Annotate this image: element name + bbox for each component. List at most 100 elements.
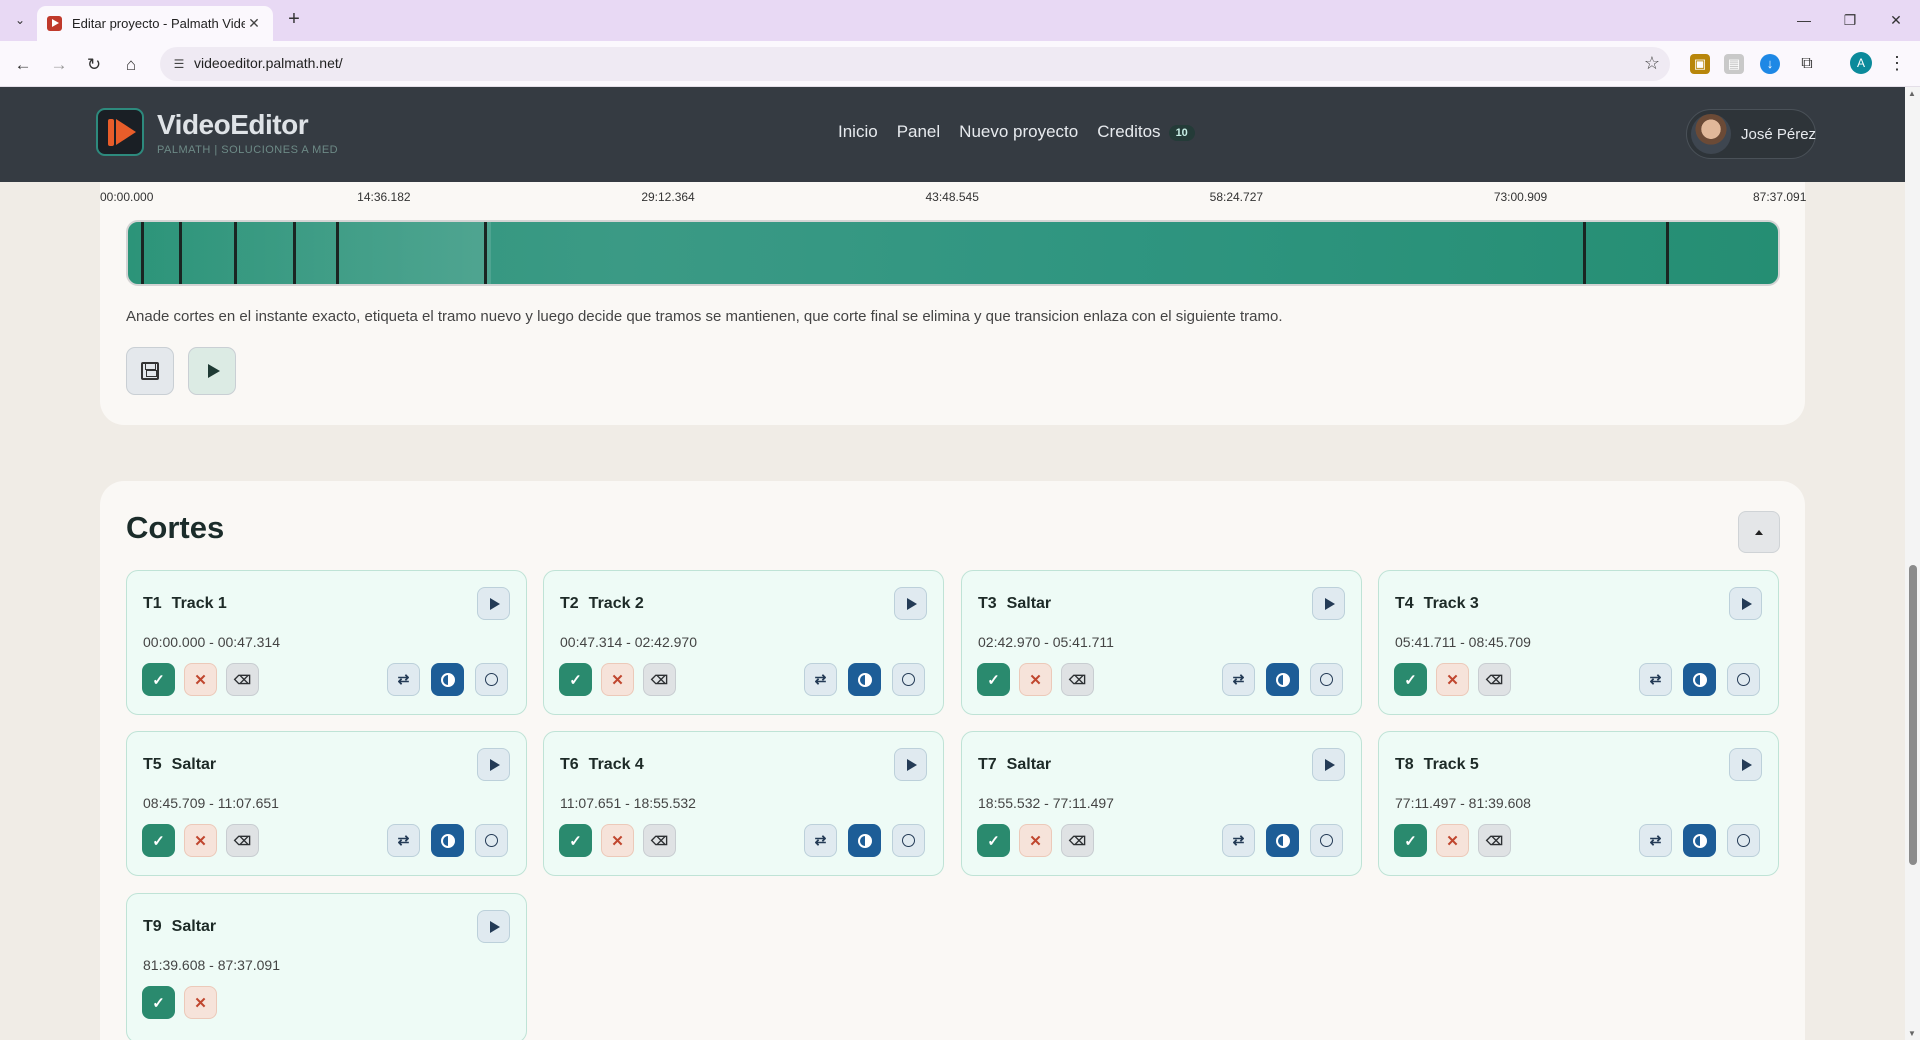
delete-cut-button[interactable]: ⌫ — [643, 663, 676, 696]
transition-fade-button[interactable] — [1683, 824, 1716, 857]
site-info-icon[interactable]: ☰ — [170, 55, 188, 73]
window-close-icon[interactable]: ✕ — [1882, 8, 1910, 32]
keep-segment-button[interactable]: ✓ — [142, 986, 175, 1019]
save-button[interactable] — [126, 347, 174, 395]
keep-segment-button[interactable]: ✓ — [559, 824, 592, 857]
transition-none-button[interactable] — [1727, 663, 1760, 696]
app-logo-icon[interactable] — [96, 108, 144, 156]
timeline-cut-marker[interactable] — [293, 222, 296, 284]
transition-none-button[interactable] — [475, 824, 508, 857]
keep-segment-button[interactable]: ✓ — [977, 824, 1010, 857]
browser-tab-active[interactable]: Editar proyecto - Palmath Video ✕ — [37, 6, 273, 41]
extension-1-icon[interactable]: ▣ — [1690, 54, 1710, 74]
segment-play-button[interactable] — [477, 748, 510, 781]
transition-swap-button[interactable]: ⇄ — [1222, 824, 1255, 857]
segment-play-button[interactable] — [1312, 748, 1345, 781]
keep-segment-button[interactable]: ✓ — [142, 663, 175, 696]
transition-none-button[interactable] — [892, 663, 925, 696]
transition-fade-button[interactable] — [848, 824, 881, 857]
skip-segment-button[interactable]: ✕ — [1436, 824, 1469, 857]
transition-swap-button[interactable]: ⇄ — [804, 824, 837, 857]
extensions-puzzle-icon[interactable]: ⧉ — [1797, 54, 1817, 74]
delete-cut-button[interactable]: ⌫ — [226, 824, 259, 857]
scroll-up-arrow-icon[interactable]: ▲ — [1908, 89, 1916, 98]
segment-play-button[interactable] — [894, 587, 927, 620]
segment-play-button[interactable] — [1729, 587, 1762, 620]
delete-cut-button[interactable]: ⌫ — [1061, 824, 1094, 857]
page-scrollbar[interactable]: ▲ ▼ — [1905, 87, 1920, 1040]
minimize-icon[interactable]: — — [1790, 8, 1818, 32]
delete-cut-button[interactable]: ⌫ — [226, 663, 259, 696]
transition-fade-button[interactable] — [431, 663, 464, 696]
transition-fade-button[interactable] — [1683, 663, 1716, 696]
timeline-cut-marker[interactable] — [1583, 222, 1587, 284]
keep-segment-button[interactable]: ✓ — [1394, 663, 1427, 696]
brand-title[interactable]: VideoEditor — [157, 109, 309, 141]
nav-panel[interactable]: Panel — [897, 122, 940, 142]
new-tab-button[interactable]: + — [282, 8, 306, 32]
skip-segment-button[interactable]: ✕ — [184, 663, 217, 696]
timeline-cut-marker[interactable] — [233, 222, 237, 284]
nav-creditos[interactable]: Creditos 10 — [1097, 122, 1195, 142]
play-preview-button[interactable] — [188, 347, 236, 395]
scrollbar-thumb[interactable] — [1909, 565, 1917, 865]
transition-swap-button[interactable]: ⇄ — [804, 663, 837, 696]
user-menu[interactable]: José Pérez — [1686, 109, 1816, 159]
delete-cut-button[interactable]: ⌫ — [1478, 824, 1511, 857]
segment-play-button[interactable] — [477, 587, 510, 620]
skip-segment-button[interactable]: ✕ — [1436, 663, 1469, 696]
transition-swap-button[interactable]: ⇄ — [1222, 663, 1255, 696]
transition-swap-button[interactable]: ⇄ — [1639, 663, 1672, 696]
transition-swap-button[interactable]: ⇄ — [1639, 824, 1672, 857]
timeline-cut-marker[interactable] — [179, 222, 183, 284]
keep-segment-button[interactable]: ✓ — [977, 663, 1010, 696]
tab-search-icon[interactable]: ⌄ — [8, 8, 32, 32]
transition-fade-button[interactable] — [848, 663, 881, 696]
keep-segment-button[interactable]: ✓ — [559, 663, 592, 696]
browser-profile-avatar[interactable]: A — [1850, 52, 1872, 74]
browser-menu-icon[interactable]: ⋮ — [1888, 52, 1906, 74]
transition-fade-button[interactable] — [1266, 824, 1299, 857]
transition-fade-button[interactable] — [1266, 663, 1299, 696]
timeline-cut-marker[interactable] — [1665, 222, 1669, 284]
extension-2-icon[interactable]: ▤ — [1724, 54, 1744, 74]
transition-none-button[interactable] — [1727, 824, 1760, 857]
timeline-cut-marker[interactable] — [484, 222, 488, 284]
collapse-button[interactable] — [1738, 511, 1780, 553]
keep-segment-button[interactable]: ✓ — [1394, 824, 1427, 857]
transition-none-button[interactable] — [1310, 663, 1343, 696]
segment-play-button[interactable] — [894, 748, 927, 781]
segment-play-button[interactable] — [1729, 748, 1762, 781]
skip-segment-button[interactable]: ✕ — [1019, 824, 1052, 857]
transition-fade-button[interactable] — [431, 824, 464, 857]
segment-play-button[interactable] — [1312, 587, 1345, 620]
scroll-down-arrow-icon[interactable]: ▼ — [1908, 1029, 1916, 1038]
tab-close-icon[interactable]: ✕ — [245, 15, 263, 32]
delete-cut-button[interactable]: ⌫ — [643, 824, 676, 857]
skip-segment-button[interactable]: ✕ — [601, 824, 634, 857]
timeline-track[interactable] — [126, 220, 1780, 286]
transition-none-button[interactable] — [1310, 824, 1343, 857]
skip-segment-button[interactable]: ✕ — [184, 986, 217, 1019]
transition-swap-button[interactable]: ⇄ — [387, 824, 420, 857]
transition-none-button[interactable] — [475, 663, 508, 696]
home-icon[interactable]: ⌂ — [118, 52, 144, 78]
skip-segment-button[interactable]: ✕ — [184, 824, 217, 857]
segment-play-button[interactable] — [477, 910, 510, 943]
forward-icon[interactable]: → — [46, 52, 72, 78]
delete-cut-button[interactable]: ⌫ — [1061, 663, 1094, 696]
timeline-cut-marker[interactable] — [141, 222, 145, 284]
nav-inicio[interactable]: Inicio — [838, 122, 878, 142]
skip-segment-button[interactable]: ✕ — [601, 663, 634, 696]
delete-cut-button[interactable]: ⌫ — [1478, 663, 1511, 696]
url-text[interactable]: videoeditor.palmath.net/ — [194, 55, 343, 71]
keep-segment-button[interactable]: ✓ — [142, 824, 175, 857]
address-bar[interactable]: ☰ videoeditor.palmath.net/ ☆ — [160, 47, 1670, 81]
transition-swap-button[interactable]: ⇄ — [387, 663, 420, 696]
reload-icon[interactable]: ↻ — [81, 52, 107, 78]
restore-icon[interactable]: ❐ — [1836, 8, 1864, 32]
timeline-cut-marker[interactable] — [335, 222, 339, 284]
skip-segment-button[interactable]: ✕ — [1019, 663, 1052, 696]
bookmark-star-icon[interactable]: ☆ — [1644, 53, 1660, 74]
back-icon[interactable]: ← — [10, 52, 36, 78]
